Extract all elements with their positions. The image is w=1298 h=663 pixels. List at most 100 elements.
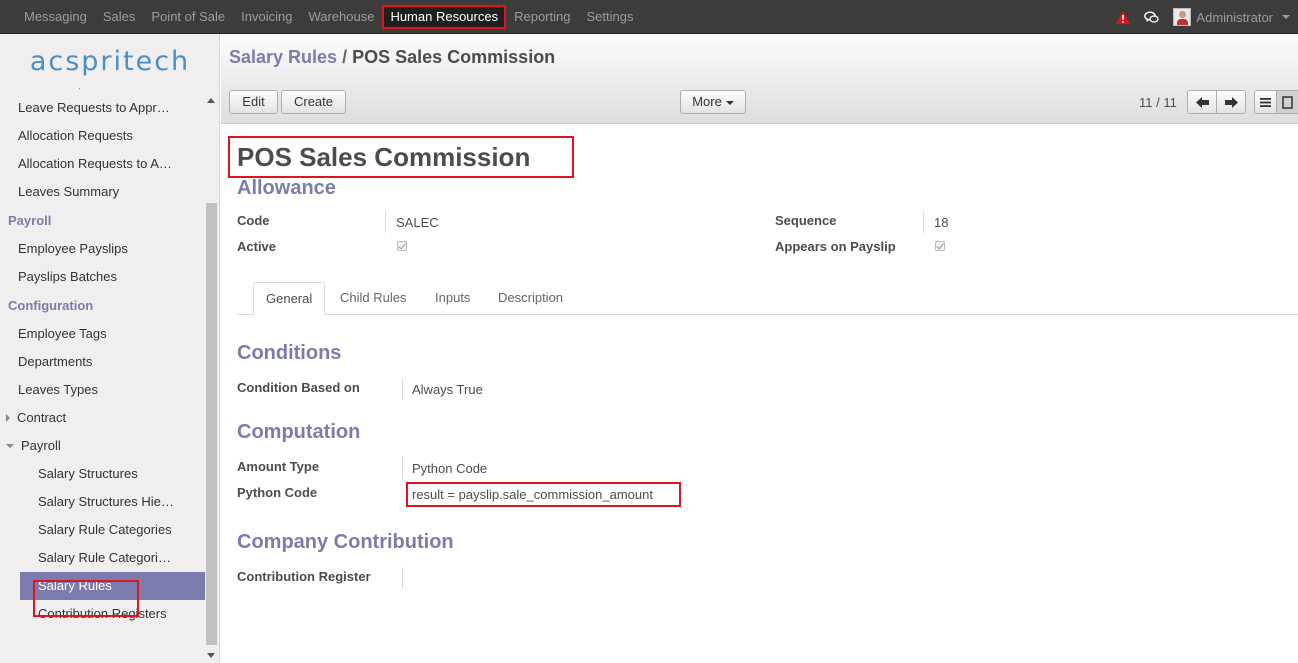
sidebar-section-payroll: Payroll — [8, 213, 52, 228]
scroll-thumb[interactable] — [206, 203, 217, 645]
control-panel: Salary Rules / POS Sales Commission Edit… — [221, 34, 1298, 124]
sequence-value: 18 — [934, 215, 949, 230]
chevron-down-icon — [6, 443, 14, 448]
field-divider — [402, 457, 403, 479]
chevron-down-icon — [725, 100, 734, 105]
menu-invoicing[interactable]: Invoicing — [233, 5, 300, 29]
chevron-right-icon — [6, 413, 10, 422]
active-checkbox[interactable] — [397, 241, 407, 251]
breadcrumb-current: POS Sales Commission — [352, 47, 556, 67]
tab-description[interactable]: Description — [486, 282, 575, 315]
breadcrumb-parent[interactable]: Salary Rules — [229, 47, 337, 67]
appears-on-payslip-label: Appears on Payslip — [775, 239, 896, 254]
field-divider — [402, 567, 403, 589]
conditions-heading: Conditions — [237, 342, 342, 364]
field-divider — [385, 211, 386, 233]
list-icon — [1260, 97, 1272, 107]
menu-warehouse[interactable]: Warehouse — [300, 5, 382, 29]
more-button-label: More — [692, 94, 722, 109]
sidebar-item-salary-structures[interactable]: Salary Structures — [0, 460, 205, 488]
company-logo[interactable]: acspritech — [0, 34, 219, 88]
active-label: Active — [237, 239, 277, 254]
list-view-button[interactable] — [1255, 91, 1277, 113]
topbar-right: Administrator — [1116, 0, 1290, 34]
breadcrumb: Salary Rules / POS Sales Commission — [229, 47, 555, 68]
sidebar-item-leaves-types[interactable]: Leaves Types — [0, 376, 205, 404]
condition-based-on-label: Condition Based on — [237, 380, 360, 395]
condition-based-on-value: Always True — [412, 382, 483, 397]
amount-type-value: Python Code — [412, 461, 488, 476]
arrow-left-icon — [1195, 96, 1209, 108]
arrow-right-icon — [1224, 96, 1238, 108]
python-code-value: result = payslip.sale_commission_amount — [412, 487, 653, 502]
user-menu[interactable]: Administrator — [1173, 8, 1290, 26]
company-contribution-heading: Company Contribution — [237, 531, 454, 553]
menu-messaging[interactable]: Messaging — [16, 5, 95, 29]
sidebar-item-employee-tags[interactable]: Employee Tags — [0, 320, 205, 348]
menu-settings[interactable]: Settings — [578, 5, 641, 29]
appears-on-payslip-checkbox[interactable] — [935, 241, 945, 251]
chat-icon[interactable] — [1144, 11, 1160, 24]
sidebar-item-allocation-requests-approve[interactable]: Allocation Requests to A… — [0, 150, 205, 178]
main-content: Salary Rules / POS Sales Commission Edit… — [221, 34, 1298, 663]
sidebar-section-configuration: Configuration — [8, 298, 94, 313]
sidebar-item-salary-rule-categories[interactable]: Salary Rule Categories — [0, 516, 205, 544]
more-button[interactable]: More — [680, 90, 746, 114]
scroll-down-icon[interactable] — [207, 653, 215, 658]
logo-text: acspritech — [29, 45, 191, 77]
menu-sales[interactable]: Sales — [95, 5, 144, 29]
sidebar-item-leave-requests-approve[interactable]: Leave Requests to Appr… — [0, 94, 205, 122]
sidebar-item-salary-rules[interactable]: Salary Rules — [20, 572, 205, 600]
chevron-down-icon — [1282, 15, 1290, 19]
sidebar: Leave Request Leave Requests to Appr… Al… — [0, 34, 220, 663]
computation-heading: Computation — [237, 421, 361, 443]
sidebar-scrollbar[interactable] — [205, 90, 218, 663]
main-menu: Messaging Sales Point of Sale Invoicing … — [0, 0, 641, 34]
notebook-tabs: General Child Rules Inputs Description — [237, 282, 1298, 316]
user-name: Administrator — [1196, 9, 1273, 25]
breadcrumb-separator: / — [342, 47, 348, 67]
sidebar-menu: Leave Request Leave Requests to Appr… Al… — [0, 78, 205, 628]
field-divider — [923, 211, 924, 233]
create-button[interactable]: Create — [281, 90, 346, 114]
sidebar-item-leaves-summary[interactable]: Leaves Summary — [0, 178, 205, 206]
record-title[interactable]: POS Sales Commission — [237, 142, 530, 173]
view-switcher — [1254, 90, 1298, 114]
record-category[interactable]: Allowance — [237, 177, 336, 200]
python-code-label: Python Code — [237, 485, 318, 500]
warning-icon[interactable] — [1116, 10, 1131, 24]
sidebar-item-allocation-requests[interactable]: Allocation Requests — [0, 122, 205, 150]
sidebar-item-employee-payslips[interactable]: Employee Payslips — [0, 235, 205, 263]
user-avatar — [1173, 8, 1192, 26]
tab-general[interactable]: General — [253, 282, 326, 316]
menu-reporting[interactable]: Reporting — [506, 5, 578, 29]
edit-button[interactable]: Edit — [229, 90, 278, 114]
sidebar-item-salary-structures-hierarchy[interactable]: Salary Structures Hie… — [0, 488, 205, 516]
sidebar-folder-contract-label: Contract — [17, 410, 67, 425]
sidebar-folder-contract[interactable]: Contract — [0, 404, 205, 432]
sidebar-folder-payroll[interactable]: Payroll — [0, 432, 205, 460]
code-label: Code — [237, 213, 270, 228]
scroll-up-icon[interactable] — [207, 98, 215, 103]
top-navbar: Messaging Sales Point of Sale Invoicing … — [0, 0, 1298, 34]
field-divider — [402, 378, 403, 400]
sidebar-item-payslips-batches[interactable]: Payslips Batches — [0, 263, 205, 291]
contribution-register-label: Contribution Register — [237, 569, 371, 584]
sequence-label: Sequence — [775, 213, 837, 228]
sidebar-folder-payroll-label: Payroll — [21, 438, 61, 453]
sidebar-item-departments[interactable]: Departments — [0, 348, 205, 376]
pager — [1187, 90, 1246, 114]
amount-type-label: Amount Type — [237, 459, 320, 474]
menu-point-of-sale[interactable]: Point of Sale — [143, 5, 233, 29]
tab-child-rules[interactable]: Child Rules — [328, 282, 418, 315]
menu-human-resources[interactable]: Human Resources — [382, 5, 507, 29]
form-icon — [1282, 95, 1293, 109]
sidebar-item-contribution-registers[interactable]: Contribution Registers — [0, 600, 205, 628]
code-value: SALEC — [396, 215, 439, 230]
previous-record-button[interactable] — [1188, 91, 1216, 113]
tab-inputs[interactable]: Inputs — [423, 282, 482, 315]
next-record-button[interactable] — [1216, 91, 1245, 113]
pager-value: 11 / 11 — [1139, 95, 1177, 110]
form-view-button[interactable] — [1276, 91, 1298, 113]
sidebar-item-salary-rule-categories-hierarchy[interactable]: Salary Rule Categori… — [0, 544, 205, 572]
